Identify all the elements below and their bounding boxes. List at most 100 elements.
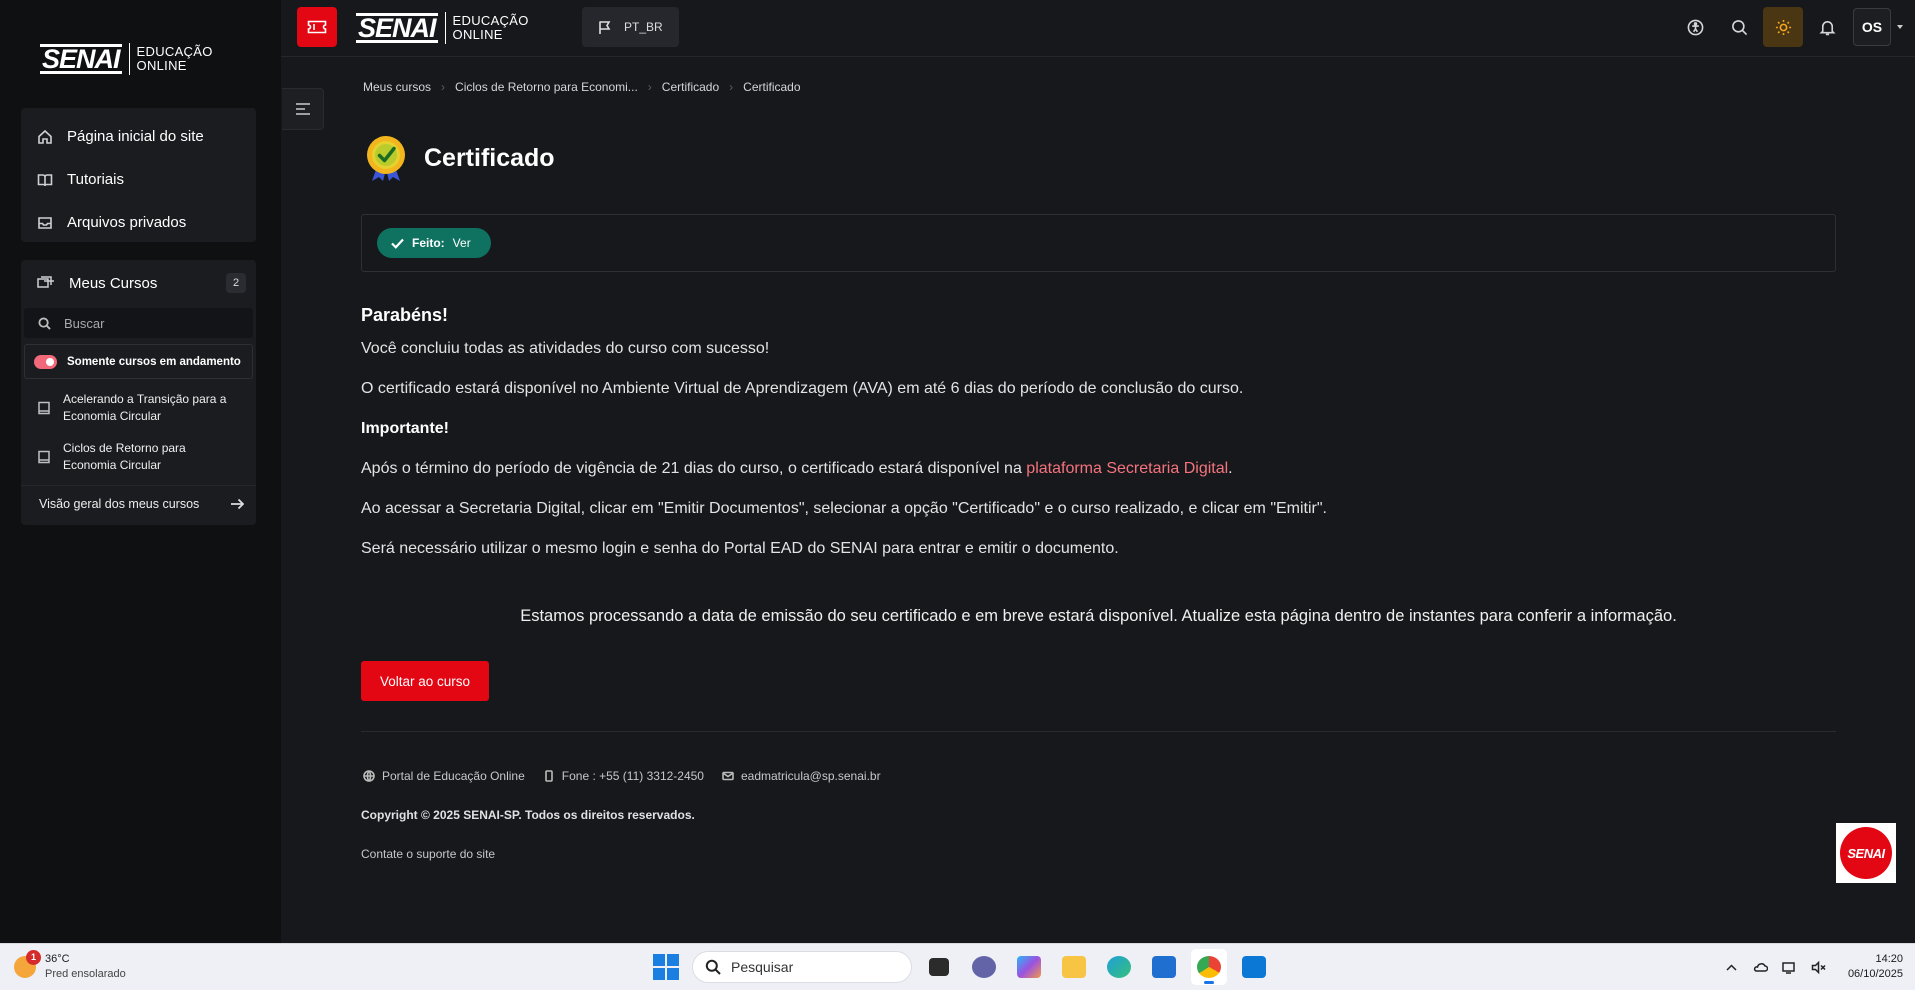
network-icon[interactable]: [1782, 960, 1797, 975]
weather-condition: Pred ensolarado: [45, 968, 126, 980]
sidebar-item-home[interactable]: Página inicial do site: [21, 115, 256, 158]
weather-sun-icon: 1: [14, 950, 41, 978]
processing-notice: Estamos processando a data de emissão do…: [520, 607, 1677, 625]
breadcrumb-separator: ›: [729, 80, 734, 94]
back-to-course-button[interactable]: Voltar ao curso: [361, 661, 489, 701]
user-menu[interactable]: OS: [1853, 8, 1903, 46]
weather-widget[interactable]: 1 36°C Pred ensolarado: [14, 950, 126, 982]
page-header: Certificado: [361, 133, 555, 183]
vscode-icon[interactable]: [1236, 949, 1272, 985]
check-icon: [391, 238, 404, 249]
chevron-up-icon[interactable]: [1724, 960, 1739, 975]
breadcrumb-item-my-courses[interactable]: Meus cursos: [363, 80, 431, 94]
volume-muted-icon[interactable]: [1811, 960, 1826, 975]
search-icon: [1731, 19, 1747, 35]
header-logo[interactable]: SENAI EDUCAÇÃO ONLINE: [356, 12, 529, 44]
file-explorer-icon[interactable]: [1056, 949, 1092, 985]
completion-label: Feito:: [412, 236, 445, 250]
header-actions: OS: [1671, 7, 1915, 47]
clock-date: 06/10/2025: [1847, 968, 1903, 980]
search-icon: [38, 316, 51, 330]
book-icon: [38, 401, 50, 414]
page-title: Certificado: [424, 143, 555, 172]
globe-icon: [363, 770, 375, 782]
footer-phone: Fone : +55 (11) 3312-2450: [543, 769, 704, 783]
weather-temperature: 36°C: [45, 953, 70, 965]
sidebar-item-private-files[interactable]: Arquivos privados: [21, 201, 256, 244]
edge-icon[interactable]: [1101, 949, 1137, 985]
availability-paragraph: O certificado estará disponível no Ambie…: [361, 380, 1244, 397]
sidebar-nav: Página inicial do site Tutoriais Arquivo…: [21, 108, 256, 242]
course-search-input[interactable]: [64, 315, 234, 331]
language-selector[interactable]: PT_BR: [582, 7, 679, 47]
logo-subtitle: EDUCAÇÃO ONLINE: [452, 13, 529, 42]
breadcrumb-separator: ›: [647, 80, 652, 94]
weather-text: 36°C Pred ensolarado: [45, 952, 126, 982]
certificate-medal-icon: [367, 136, 405, 181]
accessibility-button[interactable]: [1675, 7, 1715, 47]
windows-start-icon[interactable]: [653, 954, 679, 980]
support-link[interactable]: Contate o suporte do site: [361, 847, 495, 861]
sidebar-item-tutorials[interactable]: Tutoriais: [21, 158, 256, 201]
breadcrumb-item-current[interactable]: Certificado: [743, 80, 800, 94]
completion-info-box: Feito: Ver: [361, 214, 1836, 272]
in-progress-filter[interactable]: Somente cursos em andamento: [24, 344, 253, 379]
completion-paragraph: Você concluiu todas as atividades do cur…: [361, 340, 770, 357]
secretaria-digital-link[interactable]: plataforma Secretaria Digital: [1026, 460, 1228, 477]
course-item[interactable]: Acelerando a Transição para a Economia Ci…: [21, 383, 256, 432]
important-heading: Importante!: [361, 420, 449, 437]
breadcrumb-separator: ›: [441, 80, 446, 94]
senai-floating-badge[interactable]: SENAI: [1836, 823, 1896, 883]
theme-toggle-button[interactable]: [1763, 7, 1803, 47]
system-tray: 14:20 06/10/2025: [1724, 952, 1903, 982]
logo-subtitle: EDUCAÇÃO ONLINE: [136, 44, 213, 73]
course-index-toggle[interactable]: [282, 88, 324, 130]
footer-email-link[interactable]: eadmatricula@sp.senai.br: [722, 769, 881, 783]
taskbar-search[interactable]: Pesquisar: [692, 951, 912, 983]
course-item[interactable]: Ciclos de Retorno para Economia Circular: [21, 432, 256, 481]
left-sidebar: SENAI EDUCAÇÃO ONLINE Página inicial do s…: [0, 0, 281, 943]
onedrive-icon[interactable]: [1753, 960, 1768, 975]
my-courses-title: Meus Cursos: [69, 274, 158, 292]
certificate-message: Parabéns! Você concluiu todas as ativida…: [361, 304, 1836, 559]
breadcrumb: Meus cursos › Ciclos de Retorno para Eco…: [363, 80, 801, 94]
course-item-title: Acelerando a Transição para a Economia Ci…: [63, 391, 227, 423]
chrome-icon[interactable]: [1191, 949, 1227, 985]
arrow-right-icon: [231, 498, 244, 509]
my-courses-header[interactable]: Meus Cursos 2: [21, 260, 256, 306]
home-icon: [38, 129, 52, 144]
avatar[interactable]: OS: [1853, 8, 1891, 46]
search-icon: [705, 959, 721, 975]
ticket-button[interactable]: [297, 7, 337, 47]
logo-divider: [444, 12, 446, 44]
sun-icon: [1775, 19, 1791, 35]
courses-count-badge: 2: [226, 273, 246, 293]
copilot-icon[interactable]: [1011, 949, 1047, 985]
taskbar-clock[interactable]: 14:20 06/10/2025: [1848, 952, 1903, 982]
store-icon[interactable]: [1146, 949, 1182, 985]
my-courses-panel: Meus Cursos 2 Somente cursos em andament…: [21, 260, 256, 525]
teams-chat-icon[interactable]: [966, 949, 1002, 985]
task-view-icon[interactable]: [921, 949, 957, 985]
sidebar-item-label: Tutoriais: [67, 171, 124, 188]
sidebar-item-label: Página inicial do site: [67, 128, 204, 145]
inbox-icon: [38, 216, 52, 229]
sidebar-logo[interactable]: SENAI EDUCAÇÃO ONLINE: [40, 43, 213, 75]
accessibility-icon: [1687, 19, 1703, 35]
notifications-button[interactable]: [1807, 7, 1847, 47]
book-icon: [38, 450, 50, 463]
footer-portal-link[interactable]: Portal de Educação Online: [363, 769, 525, 783]
breadcrumb-item-course[interactable]: Ciclos de Retorno para Economi...: [455, 80, 638, 94]
completion-status-badge: Feito: Ver: [377, 228, 491, 258]
book-icon: [37, 173, 53, 186]
senai-logo-word: SENAI: [40, 44, 122, 74]
in-progress-toggle[interactable]: [34, 354, 57, 369]
flag-icon: [599, 20, 611, 34]
courses-overview-link[interactable]: Visão geral dos meus cursos: [21, 485, 256, 521]
menu-lines-icon: [295, 103, 310, 115]
search-button[interactable]: [1719, 7, 1759, 47]
senai-logo-word: SENAI: [356, 13, 438, 43]
taskbar-apps: Pesquisar: [653, 949, 1272, 985]
language-label: PT_BR: [624, 20, 663, 34]
breadcrumb-item-section[interactable]: Certificado: [662, 80, 719, 94]
